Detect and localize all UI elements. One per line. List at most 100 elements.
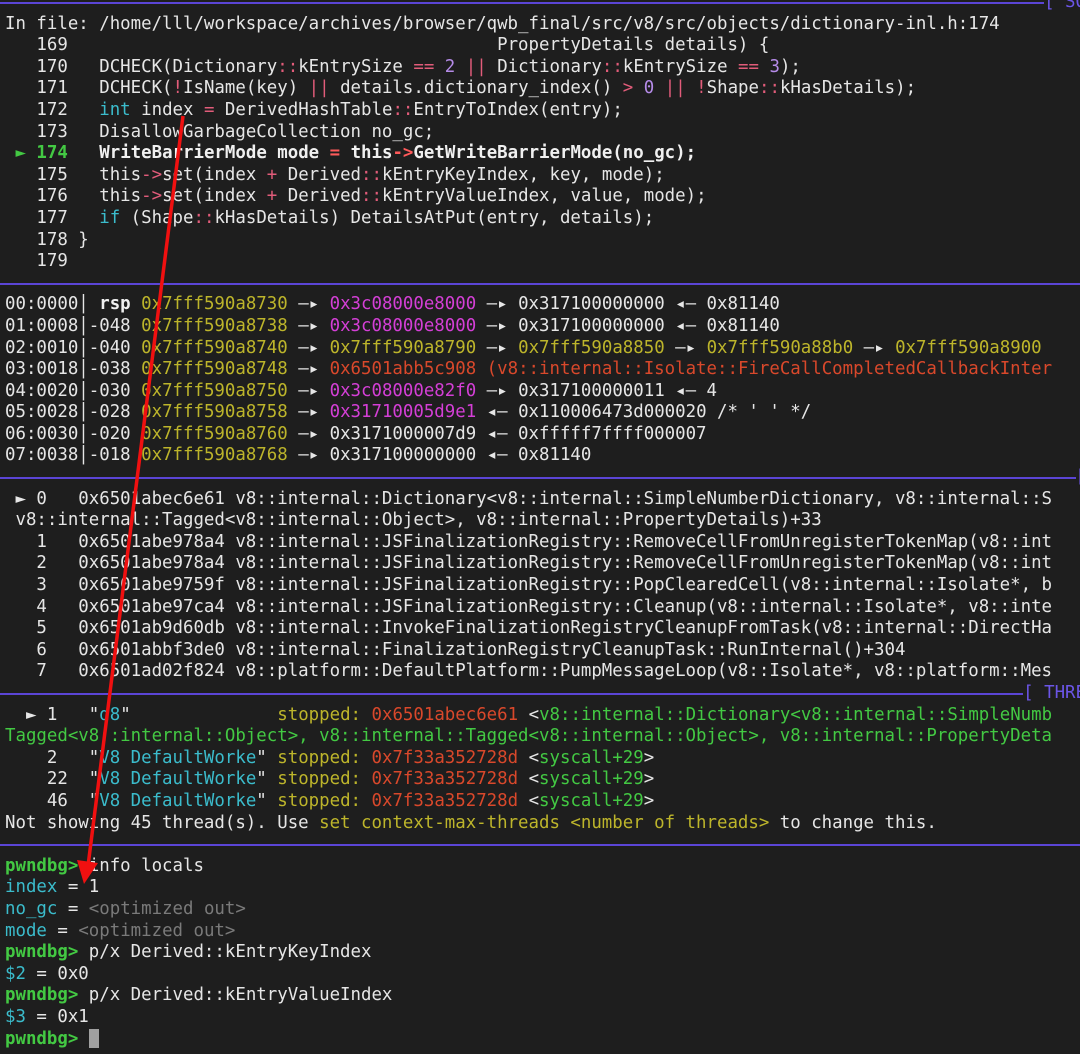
- text-segment: 04:0020│-030: [5, 380, 142, 401]
- text-segment: [633, 78, 643, 98]
- console-line: pwndbg> p/x Derived::kEntryValueIndex: [5, 985, 1080, 1007]
- text-segment: no_gc: [5, 898, 58, 919]
- backtrace-separator: [: [0, 467, 1080, 489]
- source-line: 177 if (Shape::kHasDetails) DetailsAtPut…: [5, 208, 1080, 230]
- text-segment: ::: [392, 99, 414, 120]
- text-segment: Not showing 45 thread(s). Use: [5, 812, 320, 833]
- backtrace-frame: 7 0x6501ad02f824 v8::platform::DefaultPl…: [5, 661, 1080, 683]
- command-input-cursor[interactable]: [88, 1029, 99, 1048]
- text-segment: stopped:: [277, 704, 362, 725]
- text-segment: >: [643, 790, 655, 811]
- text-segment: syscall+29: [539, 747, 644, 768]
- source-line: 178 }: [5, 230, 1080, 252]
- text-segment: +: [266, 186, 278, 207]
- text-segment: 1 ": [46, 704, 100, 725]
- text-segment: 0x6501abec6e61: [371, 704, 519, 725]
- stack-entry: 02:0010│-040 0x7fff590a8740 —▸ 0x7fff590…: [5, 338, 1080, 360]
- backtrace-frame: 2 0x6501abe978a4 v8::internal::JSFinaliz…: [5, 553, 1080, 575]
- text-segment: 3: [769, 56, 780, 77]
- console-line: no_gc = <optimized out>: [5, 899, 1080, 921]
- text-segment: —▸: [287, 315, 330, 336]
- text-segment: 0x7fff590a8738: [141, 315, 288, 336]
- text-segment: kHasDetails) DetailsAtPut(entry, details…: [214, 207, 655, 228]
- text-segment: 0x7fff590a8750: [141, 380, 288, 401]
- text-segment: Tagged<v8::internal::Object>, v8::intern…: [5, 726, 1053, 747]
- pwndbg-prompt: pwndbg>: [5, 855, 79, 876]
- text-segment: 0x7f33a352728d: [371, 747, 519, 768]
- source-line: 170 DCHECK(Dictionary::kEntrySize == 2 |…: [5, 57, 1080, 79]
- text-segment: 172: [5, 99, 100, 120]
- text-segment: [455, 57, 465, 77]
- text-segment: kEntrySize: [622, 56, 739, 77]
- text-segment: Derived: [277, 164, 362, 185]
- text-segment: 0x7fff590a88b0: [706, 337, 854, 358]
- text-segment: [68, 143, 99, 163]
- text-segment: 4 0x6501abe97ca4 v8::internal::JSFinaliz…: [5, 596, 1053, 617]
- text-segment: 02:0010│-040: [5, 337, 142, 358]
- text-segment: $2: [5, 963, 26, 984]
- text-segment: ||: [664, 78, 686, 99]
- text-segment: ->: [141, 164, 163, 185]
- stack-entry: 06:0030│-020 0x7fff590a8760 —▸ 0x3171000…: [5, 424, 1080, 446]
- text-segment: 2 0x6501abe978a4 v8::internal::JSFinaliz…: [5, 553, 1053, 574]
- text-segment: 0x7fff590a8900: [895, 337, 1042, 358]
- text-segment: V8 DefaultWorke: [99, 769, 257, 790]
- stack-entry: 00:0000│ rsp 0x7fff590a8730 —▸ 0x3c08000…: [5, 294, 1080, 316]
- text-segment: DCHECK(Dictionary: [99, 56, 278, 77]
- text-segment: d8: [99, 704, 121, 725]
- console-line: $2 = 0x0: [5, 964, 1080, 986]
- text-segment: <optimized out>: [88, 898, 246, 919]
- text-segment: 01:0008│-048: [5, 315, 142, 336]
- text-segment: ::: [193, 207, 215, 228]
- text-segment: ": [120, 704, 278, 725]
- text-segment: 0x7fff590a8790: [329, 337, 477, 358]
- text-segment: —▸ 0x317100000000 ◂— 0x81140: [476, 294, 780, 315]
- text-segment: DisallowGarbageCollection no_gc;: [99, 121, 435, 142]
- source-line: 175 this->set(index + Derived::kEntryKey…: [5, 165, 1080, 187]
- text-segment: —▸: [287, 294, 330, 315]
- text-segment: ►: [5, 488, 37, 509]
- text-segment: —▸ 0x317100000000 ◂— 0x81140: [287, 445, 592, 466]
- text-segment: —▸: [287, 402, 330, 423]
- command-separator: [0, 834, 1080, 856]
- text-segment: 0x7fff590a8740: [141, 337, 288, 358]
- text-segment: 173: [5, 121, 100, 142]
- text-segment: 0x7fff590a8758: [141, 402, 288, 423]
- text-segment: kEntrySize: [298, 56, 414, 77]
- text-segment: V8 DefaultWorke: [99, 747, 257, 768]
- text-segment: p/x Derived::kEntryValueIndex: [78, 985, 393, 1006]
- text-segment: [361, 748, 371, 768]
- text-segment: 00:0000│: [5, 294, 100, 315]
- text-segment: <: [518, 747, 540, 768]
- text-segment: syscall+29: [539, 790, 644, 811]
- text-segment: 171: [5, 78, 100, 99]
- text-segment: this: [99, 186, 142, 207]
- text-segment: —▸ 0x317100000011 ◂— 4: [476, 380, 718, 401]
- text-segment: 03:0018│-038: [5, 359, 142, 380]
- text-segment: set(index: [162, 164, 267, 185]
- text-segment: (Shape: [120, 207, 194, 228]
- stack-entry: 03:0018│-038 0x7fff590a8748 —▸ 0x6501abb…: [5, 359, 1080, 381]
- text-segment: =: [46, 920, 79, 941]
- text-segment: stopped:: [277, 769, 362, 790]
- section-label: [: [1075, 467, 1080, 489]
- text-segment: 7 0x6501ad02f824 v8::platform::DefaultPl…: [5, 661, 1053, 682]
- stack-separator: [0, 273, 1080, 295]
- text-segment: EntryToIndex(entry);: [413, 99, 623, 120]
- stack-entry: 01:0008│-048 0x7fff590a8738 —▸ 0x3c08000…: [5, 316, 1080, 338]
- text-segment: ->: [141, 186, 163, 207]
- text-segment: 0x6501abb5c908 (v8::internal::Isolate::F…: [329, 359, 1053, 380]
- text-segment: >: [622, 78, 634, 99]
- text-segment: Derived: [277, 186, 362, 207]
- text-segment: Dictionary: [486, 56, 602, 77]
- text-segment: [361, 791, 371, 811]
- pwndbg-terminal[interactable]: [ SO In file: /home/lll/workspace/archive…: [0, 0, 1080, 1054]
- text-segment: = 0x0: [25, 963, 89, 984]
- text-segment: >: [643, 747, 655, 768]
- console-line: $3 = 0x1: [5, 1007, 1080, 1029]
- text-segment: 0x7fff590a8760: [141, 423, 288, 444]
- text-segment: = 1: [57, 877, 100, 898]
- text-segment: 175: [5, 164, 100, 185]
- pwndbg-prompt: pwndbg>: [5, 985, 79, 1006]
- text-segment: <: [518, 769, 540, 790]
